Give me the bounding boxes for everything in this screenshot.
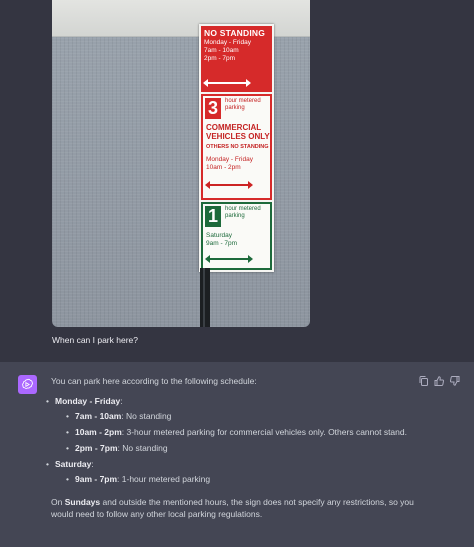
sign-panel-commercial: 3 hour metered parking COMMERCIAL VEHICL… [201, 94, 272, 200]
assistant-message-block: You can park here according to the follo… [0, 362, 474, 547]
sign-subtitle: OTHERS NO STANDING [206, 144, 269, 150]
schedule-list: • Monday - Friday: • 7am - 10am: No stan… [46, 396, 431, 484]
bullet-icon: • [46, 459, 49, 469]
double-arrow-icon [205, 255, 253, 263]
message-actions [418, 376, 460, 386]
schedule-time: 2pm - 7pm [75, 443, 118, 453]
sign-line: 2pm - 7pm [204, 55, 236, 62]
sign-line: Saturday [206, 232, 233, 239]
schedule-day: Saturday [55, 459, 92, 469]
assistant-message-content: You can park here according to the follo… [46, 376, 431, 520]
sign-line: Monday - Friday [206, 156, 253, 163]
list-item: • Monday - Friday: [46, 396, 431, 406]
bullet-icon: • [66, 443, 69, 453]
sign-title: NO STANDING [204, 28, 266, 38]
schedule-time: 10am - 2pm [75, 427, 122, 437]
schedule-desc: : 1-hour metered parking [117, 474, 211, 484]
schedule-sublist: • 7am - 10am: No standing • 10am - 2pm: … [51, 411, 431, 453]
sign-line: 10am - 2pm [206, 164, 241, 171]
double-arrow-icon [205, 181, 253, 189]
bullet-icon: • [66, 411, 69, 421]
sign-number-caption: hour metered parking [225, 206, 261, 219]
sign-number-caption: hour metered parking [225, 98, 261, 111]
outro-bold: Sundays [64, 497, 101, 507]
schedule-day-suffix: : [91, 459, 94, 469]
outro-rest: and outside the mentioned hours, the sig… [51, 497, 414, 519]
user-message-text: When can I park here? [52, 335, 138, 345]
parking-sign: NO STANDING Monday - Friday 7am - 10am 2… [199, 24, 274, 272]
schedule-desc: : 3-hour metered parking for commercial … [121, 427, 407, 437]
list-item: • Saturday: [46, 459, 431, 469]
sign-line: 9am - 7pm [206, 240, 238, 247]
sign-panel-saturday: 1 hour metered parking Saturday 9am - 7p… [201, 202, 272, 270]
schedule-desc: : No standing [121, 411, 172, 421]
schedule-desc: : No standing [117, 443, 168, 453]
uploaded-photo[interactable]: NO STANDING Monday - Friday 7am - 10am 2… [52, 0, 310, 327]
bullet-icon: • [66, 474, 69, 484]
thumbs-down-icon[interactable] [450, 376, 460, 386]
schedule-time: 9am - 7pm [75, 474, 118, 484]
user-message-block: NO STANDING Monday - Friday 7am - 10am 2… [0, 0, 474, 362]
sign-title: COMMERCIAL VEHICLES ONLY [206, 123, 270, 141]
schedule-day-suffix: : [120, 396, 123, 406]
outro-prefix: On [51, 497, 65, 507]
bullet-icon: • [46, 396, 49, 406]
assistant-outro: On Sundays and outside the mentioned hou… [51, 496, 431, 520]
list-item: • 7am - 10am: No standing [66, 411, 431, 421]
sign-line: 7am - 10am [204, 47, 239, 54]
list-item: • 9am - 7pm: 1-hour metered parking [66, 474, 431, 484]
sign-line: Monday - Friday [204, 39, 251, 46]
sign-number: 3 [205, 98, 221, 119]
schedule-time: 7am - 10am [75, 411, 122, 421]
list-item: • 10am - 2pm: 3-hour metered parking for… [66, 427, 431, 437]
thumbs-up-icon[interactable] [434, 376, 444, 386]
schedule-sublist: • 9am - 7pm: 1-hour metered parking [51, 474, 431, 484]
copy-icon[interactable] [418, 376, 428, 386]
sign-number: 1 [205, 206, 221, 227]
assistant-intro: You can park here according to the follo… [51, 376, 257, 386]
double-arrow-icon [203, 79, 251, 87]
sign-pole [200, 268, 210, 327]
sign-panel-no-standing: NO STANDING Monday - Friday 7am - 10am 2… [201, 26, 272, 92]
bullet-icon: • [66, 427, 69, 437]
chatgpt-logo-icon [18, 375, 37, 394]
list-item: • 2pm - 7pm: No standing [66, 443, 431, 453]
schedule-day: Monday - Friday [55, 396, 121, 406]
